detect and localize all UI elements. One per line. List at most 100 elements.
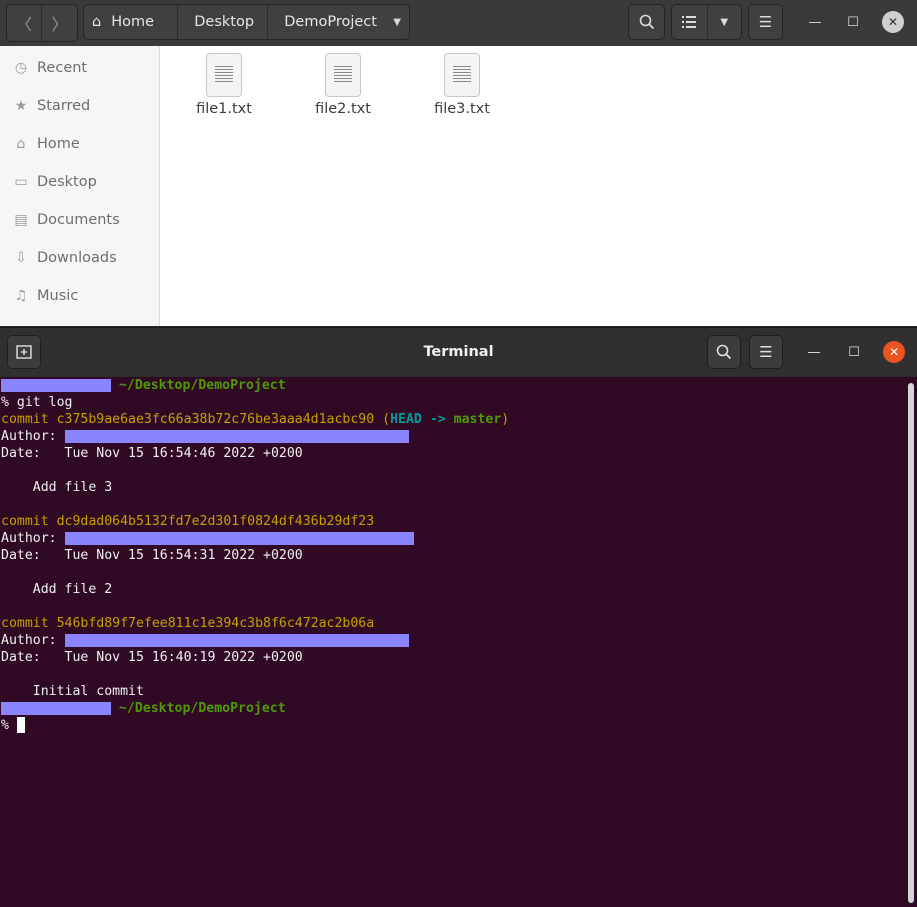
prompt-path: ~/Desktop/DemoProject xyxy=(118,378,286,393)
message-line: Add file 2 xyxy=(1,581,112,598)
forward-button[interactable]: 〉 xyxy=(42,5,77,41)
sidebar-item-music[interactable]: ♫ Music xyxy=(12,286,79,306)
minimize-button[interactable]: — xyxy=(804,11,826,33)
terminal-search-button[interactable] xyxy=(707,335,741,369)
breadcrumb-menu-button[interactable]: ▼ xyxy=(385,5,409,39)
close-icon: ✕ xyxy=(888,345,900,359)
file-item[interactable]: file1.txt xyxy=(179,53,269,117)
caret-down-icon: ▼ xyxy=(393,16,401,28)
search-icon xyxy=(716,344,732,360)
file-name: file2.txt xyxy=(315,101,371,117)
caret-down-icon: ▼ xyxy=(720,16,729,28)
command-line: % xyxy=(1,717,25,734)
sidebar-item-downloads[interactable]: ⇩ Downloads xyxy=(12,248,117,268)
commit-message: Initial commit xyxy=(32,684,144,699)
breadcrumb-demoproject-label: DemoProject xyxy=(284,14,377,30)
breadcrumb-desktop-label: Desktop xyxy=(194,14,255,30)
message-line: Initial commit xyxy=(1,683,144,700)
recent-icon: ◷ xyxy=(14,60,28,76)
list-view-button[interactable] xyxy=(672,5,708,39)
date-line: Date: Tue Nov 15 16:40:19 2022 +0200 xyxy=(1,649,303,666)
terminal-menu-button[interactable]: ☰ xyxy=(749,335,783,369)
terminal-minimize-button[interactable]: — xyxy=(803,341,825,363)
hamburger-icon: ☰ xyxy=(759,343,773,361)
close-button[interactable]: ✕ xyxy=(882,11,904,33)
maximize-button[interactable]: ☐ xyxy=(842,11,864,33)
file-name: file1.txt xyxy=(196,101,252,117)
date-label: Date: xyxy=(1,446,41,461)
date-label: Date: xyxy=(1,650,41,665)
date-line: Date: Tue Nov 15 16:54:46 2022 +0200 xyxy=(1,445,303,462)
prompt-line: ~/Desktop/DemoProject xyxy=(1,377,286,394)
hamburger-icon: ☰ xyxy=(758,13,773,31)
command-text: git log xyxy=(8,395,73,410)
terminal-output[interactable]: ~/Desktop/DemoProject % git log commit c… xyxy=(0,377,906,907)
sidebar-item-home[interactable]: ⌂ Home xyxy=(12,134,80,154)
breadcrumb: ⌂ Home Desktop DemoProject ▼ xyxy=(83,4,410,40)
text-file-icon xyxy=(206,53,242,97)
sidebar-item-label: Starred xyxy=(37,98,91,114)
scrollbar-thumb[interactable] xyxy=(908,383,914,903)
commit-line: commit 546bfd89f7efee811c1e394c3b8f6c472… xyxy=(1,615,374,632)
file-manager-window: 〈 〉 ⌂ Home Desktop DemoProject ▼ ▼ ☰ — ☐… xyxy=(0,0,917,326)
text-cursor xyxy=(16,717,25,733)
prompt-symbol: % xyxy=(1,395,9,410)
breadcrumb-home[interactable]: ⌂ Home xyxy=(84,5,179,39)
commit-date: Tue Nov 15 16:40:19 2022 +0200 xyxy=(64,650,303,665)
sidebar-item-documents[interactable]: ▤ Documents xyxy=(12,210,120,230)
date-label: Date: xyxy=(1,548,41,563)
view-options: ▼ xyxy=(671,4,742,40)
terminal-maximize-button[interactable]: ☐ xyxy=(843,341,865,363)
desktop-icon: ▭ xyxy=(14,174,28,190)
breadcrumb-home-label: Home xyxy=(111,14,155,30)
chevron-left-icon: 〈 xyxy=(15,15,32,34)
file-name: file3.txt xyxy=(434,101,490,117)
breadcrumb-desktop[interactable]: Desktop xyxy=(178,5,269,39)
ref-head: HEAD xyxy=(390,412,422,427)
sidebar-item-desktop[interactable]: ▭ Desktop xyxy=(12,172,96,192)
redacted-author xyxy=(64,429,409,443)
file-item[interactable]: file2.txt xyxy=(298,53,388,117)
ref-open: ( xyxy=(382,412,391,427)
author-line: Author: xyxy=(1,428,409,445)
file-item[interactable]: file3.txt xyxy=(417,53,507,117)
search-button[interactable] xyxy=(628,4,665,40)
back-button[interactable]: 〈 xyxy=(7,5,42,41)
message-line: Add file 3 xyxy=(1,479,112,496)
search-icon xyxy=(639,14,654,30)
chevron-right-icon: 〉 xyxy=(51,15,68,34)
ref-close: ) xyxy=(501,412,510,427)
prompt-line: ~/Desktop/DemoProject xyxy=(1,700,286,717)
file-manager-headerbar: 〈 〉 ⌂ Home Desktop DemoProject ▼ ▼ ☰ — ☐… xyxy=(0,0,917,46)
terminal-close-button[interactable]: ✕ xyxy=(883,341,905,363)
sidebar-item-starred[interactable]: ★ Starred xyxy=(12,96,91,116)
author-label: Author: xyxy=(1,429,57,444)
minimize-icon: — xyxy=(807,344,821,360)
text-file-icon xyxy=(325,53,361,97)
home-icon: ⌂ xyxy=(16,136,26,152)
commit-message: Add file 2 xyxy=(32,582,113,597)
ref-branch: master xyxy=(453,412,502,427)
terminal-scrollbar[interactable] xyxy=(906,377,917,907)
downloads-icon: ⇩ xyxy=(15,250,27,266)
view-menu-button[interactable]: ▼ xyxy=(708,5,742,39)
ref-arrow: -> xyxy=(429,412,446,427)
text-file-icon xyxy=(444,53,480,97)
sidebar-item-recent[interactable]: ◷ Recent xyxy=(12,58,87,78)
commit-line: commit dc9dad064b5132fd7e2d301f0824df436… xyxy=(1,513,374,530)
date-line: Date: Tue Nov 15 16:54:31 2022 +0200 xyxy=(1,547,303,564)
prompt-symbol: % xyxy=(1,718,9,733)
commit-hash: c375b9ae6ae3fc66a38b72c76be3aaa4d1acbc90 xyxy=(56,412,375,427)
sidebar-item-label: Documents xyxy=(37,212,120,228)
breadcrumb-demoproject[interactable]: DemoProject xyxy=(268,5,385,39)
sidebar-item-label: Recent xyxy=(37,60,88,76)
documents-icon: ▤ xyxy=(14,212,28,228)
commit-prefix: commit xyxy=(1,514,49,529)
redacted-author xyxy=(64,633,409,647)
author-label: Author: xyxy=(1,633,57,648)
sidebar-item-label: Music xyxy=(37,288,79,304)
commit-date: Tue Nov 15 16:54:46 2022 +0200 xyxy=(64,446,303,461)
commit-line: commit c375b9ae6ae3fc66a38b72c76be3aaa4d… xyxy=(1,411,509,428)
main-menu-button[interactable]: ☰ xyxy=(748,4,783,40)
maximize-icon: ☐ xyxy=(848,344,860,360)
